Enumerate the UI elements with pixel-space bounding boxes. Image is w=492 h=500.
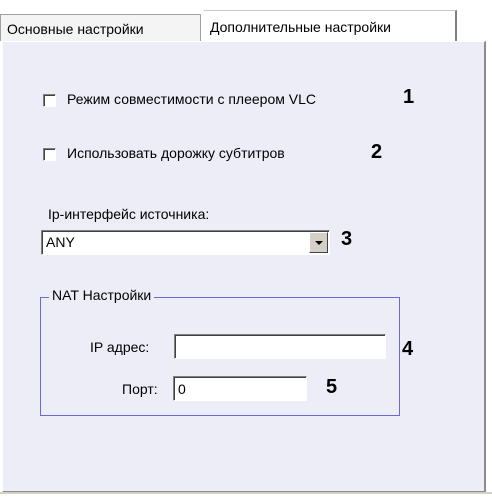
ip-interface-label: Ip-интерфейс источника: bbox=[48, 206, 210, 222]
nat-group-title: NAT Настройки bbox=[49, 287, 155, 303]
vlc-compat-checkbox[interactable] bbox=[43, 94, 56, 107]
bottom-divider bbox=[0, 492, 492, 494]
subtitles-label: Использовать дорожку субтитров bbox=[67, 145, 285, 161]
ip-interface-select[interactable]: ANY bbox=[41, 230, 330, 255]
marker-1: 1 bbox=[403, 86, 415, 108]
port-input[interactable] bbox=[173, 376, 307, 401]
ip-address-input[interactable] bbox=[174, 334, 386, 359]
marker-4: 4 bbox=[402, 338, 414, 360]
marker-3: 3 bbox=[341, 228, 353, 250]
tab-advanced-settings[interactable]: Дополнительные настройки bbox=[203, 10, 457, 42]
subtitles-checkbox[interactable] bbox=[43, 148, 56, 161]
dropdown-button[interactable] bbox=[309, 232, 328, 253]
tab-basic-settings[interactable]: Основные настройки bbox=[0, 14, 201, 41]
marker-5: 5 bbox=[326, 376, 338, 398]
port-label: Порт: bbox=[122, 381, 158, 397]
vlc-compat-label: Режим совместимости с плеером VLC bbox=[67, 91, 316, 107]
chevron-down-icon bbox=[315, 241, 323, 245]
marker-2: 2 bbox=[371, 141, 383, 163]
ip-interface-value: ANY bbox=[46, 234, 75, 250]
ip-address-label: IP адрес: bbox=[90, 339, 150, 355]
